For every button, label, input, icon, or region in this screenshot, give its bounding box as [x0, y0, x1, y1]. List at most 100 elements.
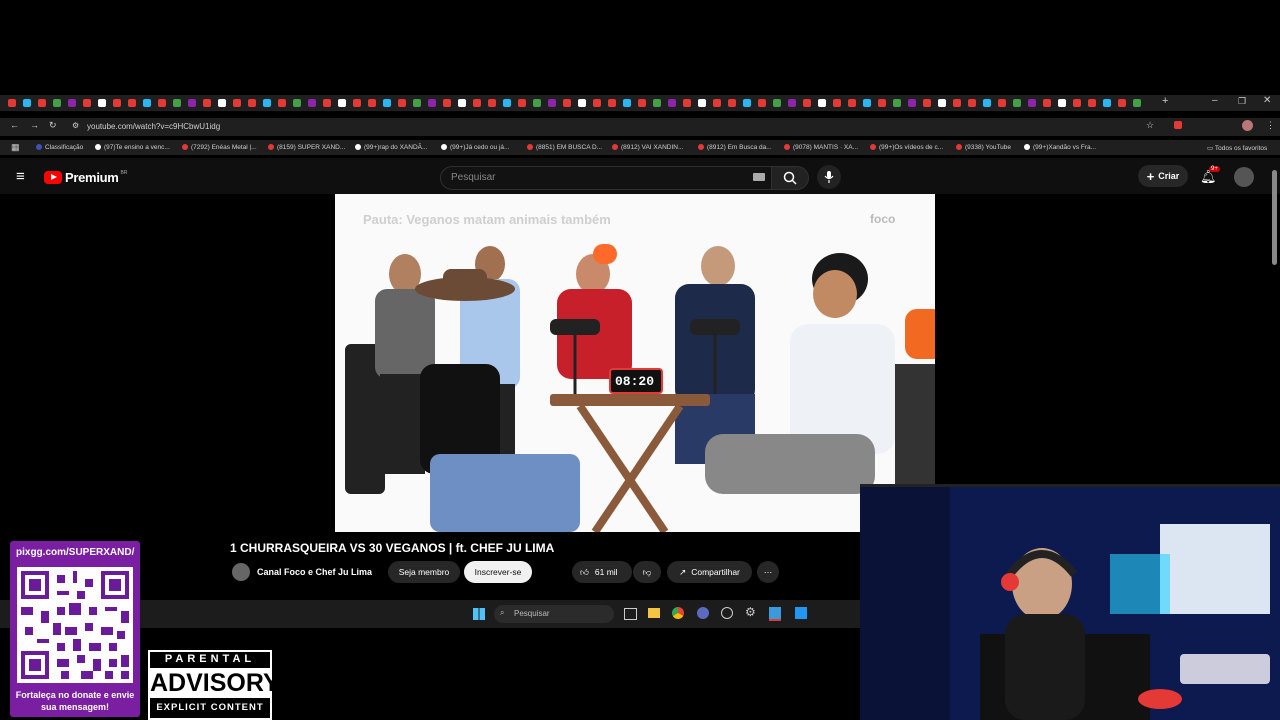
tab-favicon-icon[interactable] — [308, 99, 316, 107]
minimize-button[interactable]: – — [1212, 95, 1218, 106]
channel-name[interactable]: Canal Foco e Chef Ju Lima — [257, 567, 372, 577]
profile-avatar[interactable] — [1242, 120, 1253, 131]
bookmark-item[interactable]: (99+)Os vídeos de c... — [870, 144, 943, 151]
tab-favicon-icon[interactable] — [1088, 99, 1096, 107]
tab-favicon-icon[interactable] — [278, 99, 286, 107]
tab-favicon-icon[interactable] — [413, 99, 421, 107]
task-view-icon[interactable] — [624, 608, 637, 620]
tab-favicon-icon[interactable] — [638, 99, 646, 107]
tab-favicon-icon[interactable] — [203, 99, 211, 107]
tab-favicon-icon[interactable] — [1013, 99, 1021, 107]
notifications-button[interactable]: 🔔︎ 9+ — [1200, 166, 1220, 186]
tab-favicon-icon[interactable] — [338, 99, 346, 107]
bookmark-item[interactable]: (8851) EM BUSCA D... — [527, 144, 602, 151]
create-button[interactable]: + Criar — [1138, 165, 1188, 187]
subscribe-button[interactable]: Inscrever-se — [464, 561, 532, 583]
tab-favicon-icon[interactable] — [473, 99, 481, 107]
tab-favicon-icon[interactable] — [128, 99, 136, 107]
tab-favicon-icon[interactable] — [1043, 99, 1051, 107]
tab-favicon-icon[interactable] — [218, 99, 226, 107]
tab-favicon-icon[interactable] — [683, 99, 691, 107]
tab-favicon-icon[interactable] — [323, 99, 331, 107]
tab-favicon-icon[interactable] — [1118, 99, 1126, 107]
tab-favicon-icon[interactable] — [788, 99, 796, 107]
bookmark-item[interactable]: (9078) MANTIS · XA... — [784, 144, 858, 151]
youtube-logo[interactable]: Premium BR — [44, 170, 127, 185]
file-explorer-icon[interactable] — [648, 608, 660, 618]
tab-favicon-icon[interactable] — [293, 99, 301, 107]
bookmark-item[interactable]: (7292) Enéas Metal |... — [182, 144, 257, 151]
tab-favicon-icon[interactable] — [983, 99, 991, 107]
tab-favicon-icon[interactable] — [1073, 99, 1081, 107]
tab-favicon-icon[interactable] — [908, 99, 916, 107]
tab-favicon-icon[interactable] — [923, 99, 931, 107]
site-info-icon[interactable]: ⚙ — [72, 121, 79, 130]
chrome-icon[interactable] — [672, 607, 684, 619]
tab-favicon-icon[interactable] — [113, 99, 121, 107]
tab-favicon-icon[interactable] — [953, 99, 961, 107]
tab-favicon-icon[interactable] — [833, 99, 841, 107]
bookmark-item[interactable]: (8912) VAI XANDIN... — [612, 144, 683, 151]
hamburger-menu-icon[interactable]: ≡ — [16, 168, 25, 185]
bookmark-item[interactable]: (99+)Xandão vs Fra... — [1024, 144, 1096, 151]
close-window-button[interactable]: ✕ — [1263, 95, 1271, 106]
page-scrollbar[interactable] — [1272, 170, 1277, 265]
tab-favicon-icon[interactable] — [443, 99, 451, 107]
tab-favicon-icon[interactable] — [773, 99, 781, 107]
tab-favicon-icon[interactable] — [428, 99, 436, 107]
tab-favicon-icon[interactable] — [848, 99, 856, 107]
url-field[interactable]: youtube.com/watch?v=c9HCbwU1idg — [87, 122, 220, 131]
tab-favicon-icon[interactable] — [818, 99, 826, 107]
bookmark-star-icon[interactable]: ☆ — [1146, 120, 1154, 131]
tab-favicon-icon[interactable] — [938, 99, 946, 107]
app-icon[interactable] — [697, 607, 709, 619]
bookmark-item[interactable]: (8912) Em Busca da... — [698, 144, 772, 151]
forward-icon[interactable]: → — [30, 120, 39, 130]
tab-favicon-icon[interactable] — [353, 99, 361, 107]
tab-favicon-icon[interactable] — [458, 99, 466, 107]
reload-icon[interactable]: ↻ — [49, 120, 57, 131]
settings-icon[interactable]: ⚙ — [745, 605, 756, 619]
join-button[interactable]: Seja membro — [388, 561, 460, 583]
tab-favicon-icon[interactable] — [188, 99, 196, 107]
tab-favicon-icon[interactable] — [593, 99, 601, 107]
all-favorites-folder[interactable]: ▭ Todos os favoritos — [1207, 144, 1267, 152]
tab-favicon-icon[interactable] — [8, 99, 16, 107]
tab-favicon-icon[interactable] — [863, 99, 871, 107]
tab-favicon-icon[interactable] — [158, 99, 166, 107]
voice-search-button[interactable] — [817, 165, 841, 189]
tab-favicon-icon[interactable] — [68, 99, 76, 107]
extension-icon[interactable] — [1174, 121, 1182, 129]
dislike-button[interactable]: 👎︎ — [633, 561, 661, 583]
tab-favicon-icon[interactable] — [728, 99, 736, 107]
tab-favicon-icon[interactable] — [368, 99, 376, 107]
tab-favicon-icon[interactable] — [23, 99, 31, 107]
video-player[interactable] — [335, 194, 935, 532]
tab-favicon-icon[interactable] — [248, 99, 256, 107]
tab-favicon-icon[interactable] — [623, 99, 631, 107]
tab-favicon-icon[interactable] — [698, 99, 706, 107]
tab-favicon-icon[interactable] — [758, 99, 766, 107]
bookmark-item[interactable]: (8159) SUPER XAND... — [268, 144, 345, 151]
bookmark-item[interactable]: (99+)rap do XANDÃ... — [355, 144, 427, 151]
maximize-button[interactable]: ❐ — [1238, 96, 1246, 107]
share-button[interactable]: ↗ Compartilhar — [667, 561, 752, 583]
tab-favicon-icon[interactable] — [743, 99, 751, 107]
tab-favicon-icon[interactable] — [1028, 99, 1036, 107]
taskbar-search-input[interactable]: ⌕ Pesquisar — [494, 605, 614, 623]
tab-favicon-icon[interactable] — [518, 99, 526, 107]
new-tab-button[interactable]: + — [1162, 95, 1168, 107]
bookmark-item[interactable]: (97)Te ensino a venc... — [95, 144, 170, 151]
tab-favicon-icon[interactable] — [503, 99, 511, 107]
tab-favicon-icon[interactable] — [83, 99, 91, 107]
tab-favicon-icon[interactable] — [233, 99, 241, 107]
tab-favicon-icon[interactable] — [98, 99, 106, 107]
app-icon[interactable] — [795, 607, 807, 619]
tab-favicon-icon[interactable] — [173, 99, 181, 107]
tab-favicon-icon[interactable] — [1133, 99, 1141, 107]
tab-favicon-icon[interactable] — [968, 99, 976, 107]
tab-favicon-icon[interactable] — [1058, 99, 1066, 107]
channel-avatar[interactable] — [232, 563, 250, 581]
tab-favicon-icon[interactable] — [893, 99, 901, 107]
tab-favicon-icon[interactable] — [143, 99, 151, 107]
